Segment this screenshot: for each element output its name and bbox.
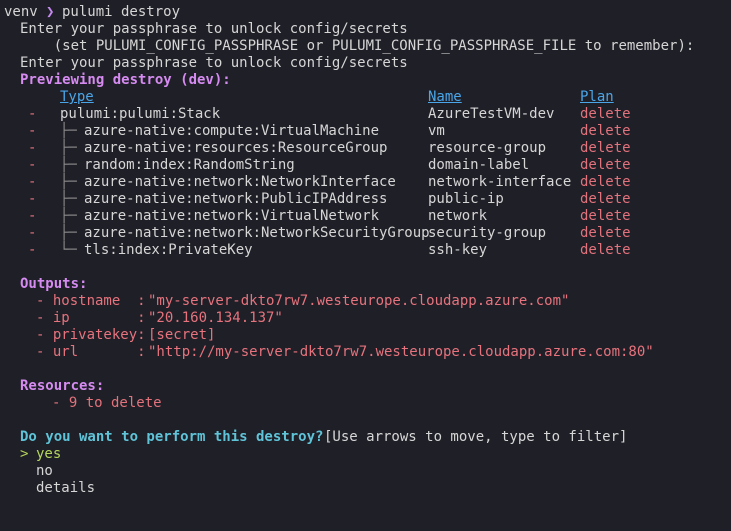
delete-op-marker: - [28,157,37,173]
resource-name: vm [428,123,445,139]
resource-name: AzureTestVM-dev [428,106,555,122]
output-value: "20.160.134.137" [148,310,283,326]
question-text: Do you want to perform this destroy? [20,429,324,445]
output-key: - hostname : [36,293,155,309]
tree-branch: ├─ [60,157,77,173]
option-label: no [36,463,53,479]
option-label: details [36,480,96,496]
passphrase-line-1: Enter your passphrase to unlock config/s… [0,21,408,38]
prompt-arrow-icon: ❯ [46,4,55,20]
delete-op-marker: - [28,242,37,258]
table-row: - ├─ azure-native:network:NetworkInterfa… [0,174,631,191]
output-value: "http://my-server-dkto7rw7.westeurope.cl… [148,344,654,360]
option-details[interactable]: details [0,480,95,497]
table-row: - pulumi:pulumi:Stack AzureTestVM-dev de… [0,106,631,123]
outputs-heading: Outputs: [0,276,87,293]
preview-heading-text: Previewing destroy (dev): [20,72,231,88]
resource-name: resource-group [428,140,547,156]
table-row: - ├─ azure-native:compute:VirtualMachine… [0,123,631,140]
output-key: - ip : [36,310,155,326]
output-item: - url : "http://my-server-dkto7rw7.weste… [0,344,654,361]
tree-branch: ├─ [60,140,77,156]
passphrase-line-2: (set PULUMI_CONFIG_PASSPHRASE or PULUMI_… [0,38,695,55]
resource-type: azure-native:compute:VirtualMachine [84,123,380,139]
resource-type: azure-native:network:VirtualNetwork [84,208,380,224]
output-item: - hostname : "my-server-dkto7rw7.westeur… [0,293,569,310]
resource-plan: delete [580,242,631,258]
table-row: - └─ tls:index:PrivateKey ssh-key delete [0,242,631,259]
resource-type: azure-native:network:NetworkSecurityGrou… [84,225,430,241]
table-row: - ├─ azure-native:network:NetworkSecurit… [0,225,631,242]
delete-op-marker: - [28,106,37,122]
table-row: - ├─ azure-native:network:VirtualNetwork… [0,208,631,225]
resource-plan: delete [580,123,631,139]
command-text: pulumi destroy [62,4,181,20]
resource-plan: delete [580,106,631,122]
resource-type: tls:index:PrivateKey [84,242,253,258]
column-header-plan: Plan [580,89,614,105]
table-row: - ├─ azure-native:network:PublicIPAddres… [0,191,631,208]
selection-cursor-icon: > [20,446,29,462]
output-key: - url : [36,344,155,360]
resource-name: public-ip [428,191,504,207]
question-hint: [Use arrows to move, type to filter] [324,429,628,445]
shell-prompt: venv ❯ pulumi destroy [0,4,180,21]
resource-type: azure-native:network:NetworkInterface [84,174,396,190]
output-item: - privatekey: [secret] [0,327,215,344]
resource-name: security-group [428,225,547,241]
option-yes[interactable]: > yes [0,446,61,463]
table-row: - ├─ random:index:RandomString domain-la… [0,157,631,174]
resources-summary: - 9 to delete [0,395,162,412]
delete-op-marker: - [28,225,37,241]
resource-plan: delete [580,174,631,190]
table-row: - ├─ azure-native:resources:ResourceGrou… [0,140,631,157]
passphrase-text: Enter your passphrase to unlock config/s… [20,21,408,37]
resource-name: network-interface [428,174,572,190]
resources-heading: Resources: [0,378,104,395]
resources-summary-text: - 9 to delete [52,395,162,411]
resource-name: ssh-key [428,242,488,258]
delete-op-marker: - [28,123,37,139]
confirm-question: Do you want to perform this destroy? [Us… [0,429,627,446]
tree-branch: ├─ [60,123,77,139]
passphrase-text: Enter your passphrase to unlock config/s… [20,55,408,71]
delete-op-marker: - [28,140,37,156]
resource-plan: delete [580,157,631,173]
resource-name: domain-label [428,157,530,173]
tree-branch: ├─ [60,225,77,241]
terminal-window: venv ❯ pulumi destroy Enter your passphr… [0,0,731,509]
passphrase-text: (set PULUMI_CONFIG_PASSPHRASE or PULUMI_… [20,38,695,54]
resource-plan: delete [580,225,631,241]
resource-type: random:index:RandomString [84,157,295,173]
resource-plan: delete [580,191,631,207]
option-no[interactable]: no [0,463,53,480]
venv-label: venv [4,4,38,20]
output-value: [secret] [148,327,216,343]
tree-branch: ├─ [60,174,77,190]
delete-op-marker: - [28,208,37,224]
preview-heading: Previewing destroy (dev): [0,72,231,89]
passphrase-line-3: Enter your passphrase to unlock config/s… [0,55,408,72]
resource-plan: delete [580,140,631,156]
tree-branch: ├─ [60,191,77,207]
outputs-heading-text: Outputs: [20,276,88,292]
delete-op-marker: - [28,191,37,207]
tree-branch: ├─ [60,208,77,224]
resource-type: azure-native:network:PublicIPAddress [84,191,388,207]
tree-branch: └─ [60,242,77,258]
resources-heading-text: Resources: [20,378,105,394]
column-header-type: Type [60,89,94,105]
output-key: - privatekey: [36,327,155,343]
resource-name: network [428,208,488,224]
output-value: "my-server-dkto7rw7.westeurope.cloudapp.… [148,293,570,309]
column-header-name: Name [428,89,462,105]
option-label: yes [36,446,62,462]
resource-type: azure-native:resources:ResourceGroup [84,140,388,156]
output-item: - ip : "20.160.134.137" [0,310,283,327]
resource-type: pulumi:pulumi:Stack [60,106,221,122]
resource-plan: delete [580,208,631,224]
delete-op-marker: - [28,174,37,190]
table-header: Type Name Plan [0,89,614,106]
